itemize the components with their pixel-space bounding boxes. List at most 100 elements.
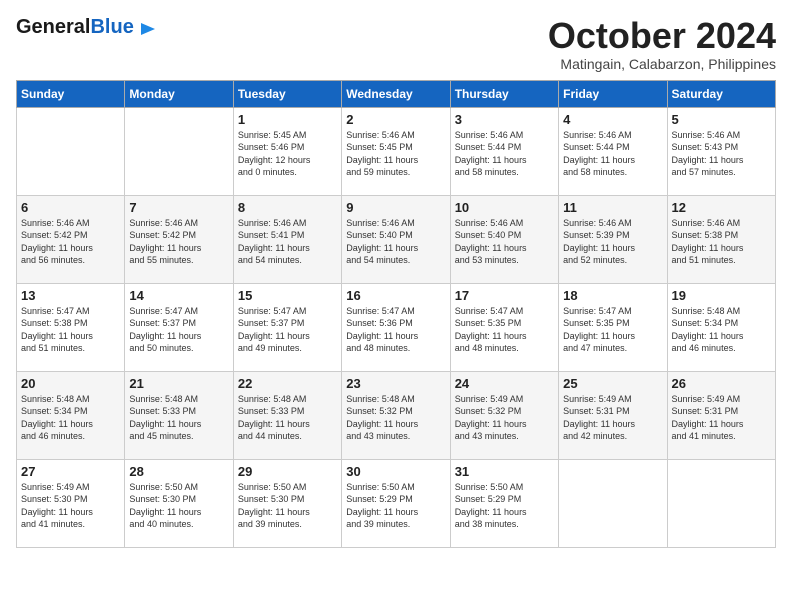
day-number: 6 — [21, 200, 120, 215]
day-info: Sunrise: 5:46 AM Sunset: 5:44 PM Dayligh… — [563, 129, 662, 179]
logo-wrapper: GeneralBlue — [16, 16, 157, 39]
day-info: Sunrise: 5:46 AM Sunset: 5:40 PM Dayligh… — [346, 217, 445, 267]
week-row-1: 1 Sunrise: 5:45 AM Sunset: 5:46 PM Daylig… — [17, 107, 776, 195]
day-info: Sunrise: 5:46 AM Sunset: 5:42 PM Dayligh… — [21, 217, 120, 267]
day-info: Sunrise: 5:46 AM Sunset: 5:43 PM Dayligh… — [672, 129, 771, 179]
calendar-cell: 19 Sunrise: 5:48 AM Sunset: 5:34 PM Dayli… — [667, 283, 775, 371]
calendar-cell: 13 Sunrise: 5:47 AM Sunset: 5:38 PM Dayli… — [17, 283, 125, 371]
calendar-cell — [559, 459, 667, 547]
day-number: 16 — [346, 288, 445, 303]
day-info: Sunrise: 5:48 AM Sunset: 5:34 PM Dayligh… — [21, 393, 120, 443]
day-info: Sunrise: 5:46 AM Sunset: 5:40 PM Dayligh… — [455, 217, 554, 267]
calendar-header: SundayMondayTuesdayWednesdayThursdayFrid… — [17, 80, 776, 107]
logo: GeneralBlue — [16, 16, 157, 39]
calendar-cell: 4 Sunrise: 5:46 AM Sunset: 5:44 PM Daylig… — [559, 107, 667, 195]
day-number: 14 — [129, 288, 228, 303]
day-number: 11 — [563, 200, 662, 215]
calendar-cell: 17 Sunrise: 5:47 AM Sunset: 5:35 PM Dayli… — [450, 283, 558, 371]
calendar-cell: 15 Sunrise: 5:47 AM Sunset: 5:37 PM Dayli… — [233, 283, 341, 371]
day-number: 25 — [563, 376, 662, 391]
day-info: Sunrise: 5:48 AM Sunset: 5:33 PM Dayligh… — [238, 393, 337, 443]
calendar-cell: 18 Sunrise: 5:47 AM Sunset: 5:35 PM Dayli… — [559, 283, 667, 371]
day-info: Sunrise: 5:46 AM Sunset: 5:42 PM Dayligh… — [129, 217, 228, 267]
calendar-cell: 14 Sunrise: 5:47 AM Sunset: 5:37 PM Dayli… — [125, 283, 233, 371]
day-number: 5 — [672, 112, 771, 127]
day-number: 20 — [21, 376, 120, 391]
week-row-5: 27 Sunrise: 5:49 AM Sunset: 5:30 PM Dayli… — [17, 459, 776, 547]
day-number: 15 — [238, 288, 337, 303]
day-info: Sunrise: 5:48 AM Sunset: 5:34 PM Dayligh… — [672, 305, 771, 355]
calendar-cell: 26Sunrise: 5:49 AM Sunset: 5:31 PM Dayli… — [667, 371, 775, 459]
calendar-cell: 5 Sunrise: 5:46 AM Sunset: 5:43 PM Daylig… — [667, 107, 775, 195]
day-number: 9 — [346, 200, 445, 215]
day-info: Sunrise: 5:47 AM Sunset: 5:38 PM Dayligh… — [21, 305, 120, 355]
weekday-wednesday: Wednesday — [342, 80, 450, 107]
logo-arrow-icon — [139, 20, 157, 38]
day-info: Sunrise: 5:46 AM Sunset: 5:39 PM Dayligh… — [563, 217, 662, 267]
calendar-cell: 22Sunrise: 5:48 AM Sunset: 5:33 PM Dayli… — [233, 371, 341, 459]
day-info: Sunrise: 5:46 AM Sunset: 5:44 PM Dayligh… — [455, 129, 554, 179]
day-info: Sunrise: 5:47 AM Sunset: 5:35 PM Dayligh… — [563, 305, 662, 355]
calendar-cell: 25 Sunrise: 5:49 AM Sunset: 5:31 PM Dayli… — [559, 371, 667, 459]
day-number: 1 — [238, 112, 337, 127]
day-info: Sunrise: 5:49 AM Sunset: 5:32 PM Dayligh… — [455, 393, 554, 443]
calendar-cell: 31Sunrise: 5:50 AM Sunset: 5:29 PM Dayli… — [450, 459, 558, 547]
calendar-cell: 30 Sunrise: 5:50 AM Sunset: 5:29 PM Dayli… — [342, 459, 450, 547]
day-number: 19 — [672, 288, 771, 303]
day-info: Sunrise: 5:49 AM Sunset: 5:31 PM Dayligh… — [563, 393, 662, 443]
weekday-monday: Monday — [125, 80, 233, 107]
day-info: Sunrise: 5:49 AM Sunset: 5:30 PM Dayligh… — [21, 481, 120, 531]
calendar-cell: 20 Sunrise: 5:48 AM Sunset: 5:34 PM Dayli… — [17, 371, 125, 459]
calendar-cell: 6 Sunrise: 5:46 AM Sunset: 5:42 PM Daylig… — [17, 195, 125, 283]
calendar-cell — [667, 459, 775, 547]
day-info: Sunrise: 5:45 AM Sunset: 5:46 PM Dayligh… — [238, 129, 337, 179]
day-info: Sunrise: 5:48 AM Sunset: 5:33 PM Dayligh… — [129, 393, 228, 443]
weekday-saturday: Saturday — [667, 80, 775, 107]
day-info: Sunrise: 5:49 AM Sunset: 5:31 PM Dayligh… — [672, 393, 771, 443]
weekday-sunday: Sunday — [17, 80, 125, 107]
calendar-cell: 1 Sunrise: 5:45 AM Sunset: 5:46 PM Daylig… — [233, 107, 341, 195]
weekday-thursday: Thursday — [450, 80, 558, 107]
day-number: 21 — [129, 376, 228, 391]
calendar-cell: 3 Sunrise: 5:46 AM Sunset: 5:44 PM Daylig… — [450, 107, 558, 195]
calendar-cell — [17, 107, 125, 195]
calendar-cell: 2 Sunrise: 5:46 AM Sunset: 5:45 PM Daylig… — [342, 107, 450, 195]
day-number: 17 — [455, 288, 554, 303]
calendar-table: SundayMondayTuesdayWednesdayThursdayFrid… — [16, 80, 776, 548]
day-number: 24 — [455, 376, 554, 391]
day-number: 30 — [346, 464, 445, 479]
day-number: 4 — [563, 112, 662, 127]
week-row-3: 13 Sunrise: 5:47 AM Sunset: 5:38 PM Dayli… — [17, 283, 776, 371]
page-header: GeneralBlue October 2024 Matingain, Cala… — [16, 16, 776, 72]
calendar-cell: 28Sunrise: 5:50 AM Sunset: 5:30 PM Dayli… — [125, 459, 233, 547]
day-number: 8 — [238, 200, 337, 215]
day-info: Sunrise: 5:47 AM Sunset: 5:37 PM Dayligh… — [129, 305, 228, 355]
logo-blue: Blue — [90, 16, 133, 38]
title-section: October 2024 Matingain, Calabarzon, Phil… — [548, 16, 776, 72]
day-number: 10 — [455, 200, 554, 215]
day-number: 13 — [21, 288, 120, 303]
calendar-cell: 21 Sunrise: 5:48 AM Sunset: 5:33 PM Dayli… — [125, 371, 233, 459]
calendar-cell: 8 Sunrise: 5:46 AM Sunset: 5:41 PM Daylig… — [233, 195, 341, 283]
day-number: 27 — [21, 464, 120, 479]
day-info: Sunrise: 5:46 AM Sunset: 5:41 PM Dayligh… — [238, 217, 337, 267]
day-info: Sunrise: 5:46 AM Sunset: 5:45 PM Dayligh… — [346, 129, 445, 179]
calendar-cell: 24 Sunrise: 5:49 AM Sunset: 5:32 PM Dayli… — [450, 371, 558, 459]
day-number: 2 — [346, 112, 445, 127]
day-number: 18 — [563, 288, 662, 303]
day-info: Sunrise: 5:47 AM Sunset: 5:37 PM Dayligh… — [238, 305, 337, 355]
day-info: Sunrise: 5:48 AM Sunset: 5:32 PM Dayligh… — [346, 393, 445, 443]
day-number: 28 — [129, 464, 228, 479]
day-number: 23 — [346, 376, 445, 391]
day-info: Sunrise: 5:46 AM Sunset: 5:38 PM Dayligh… — [672, 217, 771, 267]
day-number: 3 — [455, 112, 554, 127]
day-info: Sunrise: 5:47 AM Sunset: 5:35 PM Dayligh… — [455, 305, 554, 355]
calendar-cell: 23 Sunrise: 5:48 AM Sunset: 5:32 PM Dayli… — [342, 371, 450, 459]
calendar-cell — [125, 107, 233, 195]
calendar-body: 1 Sunrise: 5:45 AM Sunset: 5:46 PM Daylig… — [17, 107, 776, 547]
month-title: October 2024 — [548, 16, 776, 56]
logo-general: General — [16, 16, 90, 38]
day-info: Sunrise: 5:50 AM Sunset: 5:29 PM Dayligh… — [346, 481, 445, 531]
day-number: 7 — [129, 200, 228, 215]
day-info: Sunrise: 5:50 AM Sunset: 5:29 PM Dayligh… — [455, 481, 554, 531]
